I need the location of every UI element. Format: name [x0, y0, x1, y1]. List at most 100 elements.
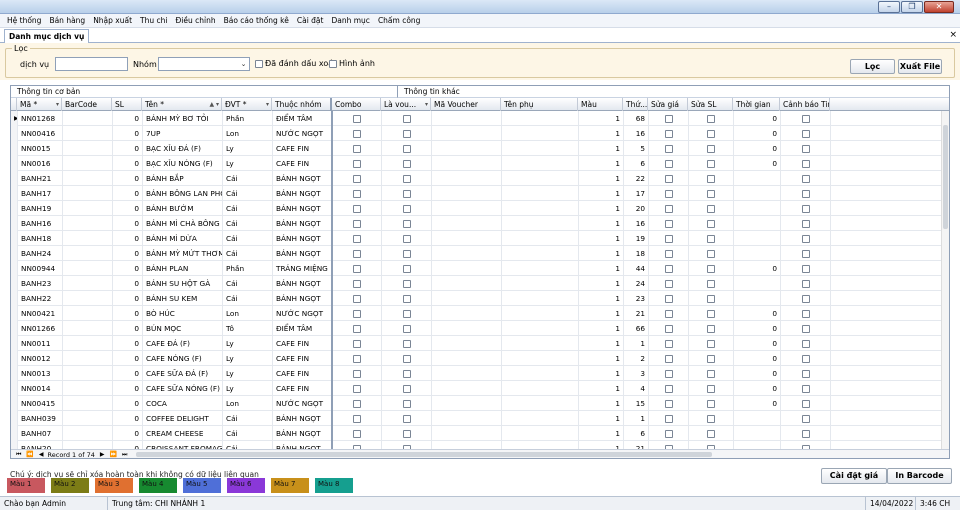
checkbox-cell[interactable]: [382, 276, 432, 291]
cell-tg[interactable]: 0: [734, 126, 781, 141]
checkbox-cell[interactable]: [333, 261, 382, 276]
cell-tg[interactable]: 0: [734, 306, 781, 321]
column-header[interactable]: Sửa giá: [648, 98, 688, 111]
color-swatch[interactable]: Màu 1: [7, 478, 45, 493]
table-row[interactable]: BANH21 0 BÁNH BẮP Cái BÁNH NGỌT 1 22: [11, 171, 943, 186]
checkbox-cell[interactable]: [689, 126, 734, 141]
cell-ten[interactable]: COCA: [143, 396, 223, 411]
vertical-scrollbar[interactable]: [941, 111, 949, 449]
checkbox[interactable]: [664, 115, 673, 123]
checkbox[interactable]: [801, 160, 810, 168]
cell-dvt[interactable]: Cái: [223, 171, 273, 186]
cell-bc[interactable]: [63, 336, 113, 351]
checkbox[interactable]: [402, 310, 411, 318]
checkbox-cell[interactable]: [689, 426, 734, 441]
cell-sl[interactable]: 0: [113, 336, 143, 351]
menu-item[interactable]: Danh mục: [331, 16, 369, 25]
cell-dvt[interactable]: Ly: [223, 366, 273, 381]
cell-thu[interactable]: 16: [624, 216, 649, 231]
checkbox[interactable]: [353, 430, 361, 438]
checkbox[interactable]: [353, 340, 361, 348]
cell-tg[interactable]: 0: [734, 336, 781, 351]
cell-dvt[interactable]: Phần: [223, 261, 273, 276]
cell-nhom[interactable]: BÁNH NGỌT: [273, 216, 333, 231]
checkbox[interactable]: [664, 220, 673, 228]
cell-ten[interactable]: BÒ HÚC: [143, 306, 223, 321]
checkbox-cell[interactable]: [649, 321, 689, 336]
checkbox[interactable]: [664, 205, 673, 213]
cell-tg[interactable]: 0: [734, 351, 781, 366]
column-header[interactable]: Tên * ▲ ▾: [142, 98, 222, 111]
checkbox[interactable]: [707, 325, 715, 333]
prev-record-icon[interactable]: ◀: [39, 451, 44, 458]
cell-ten[interactable]: BÁNH SU HỘT GÀ: [143, 276, 223, 291]
cell-tenphu[interactable]: [502, 261, 579, 276]
cell-thu[interactable]: 44: [624, 261, 649, 276]
cell-ma[interactable]: NN0013: [18, 366, 63, 381]
cell-dvt[interactable]: Cái: [223, 186, 273, 201]
cell-thu[interactable]: 1: [624, 336, 649, 351]
cell-nhom[interactable]: CAFE FIN: [273, 141, 333, 156]
checkbox[interactable]: [353, 355, 361, 363]
cell-tenphu[interactable]: [502, 396, 579, 411]
cell-dvt[interactable]: Lon: [223, 126, 273, 141]
cell-nhom[interactable]: CAFE FIN: [273, 381, 333, 396]
checkbox-cell[interactable]: [649, 261, 689, 276]
checkbox-cell[interactable]: [382, 366, 432, 381]
cell-ma[interactable]: BANH07: [18, 426, 63, 441]
checkbox-cell[interactable]: [649, 366, 689, 381]
cell-nhom[interactable]: TRÁNG MIỆNG: [273, 261, 333, 276]
cell-tg[interactable]: [734, 246, 781, 261]
checkbox[interactable]: [707, 175, 715, 183]
cell-ten[interactable]: COFFEE DELIGHT: [143, 411, 223, 426]
checkbox[interactable]: [707, 205, 715, 213]
checkbox[interactable]: [801, 415, 810, 423]
cell-tg[interactable]: 0: [734, 111, 781, 126]
cell-tg[interactable]: 0: [734, 381, 781, 396]
table-row[interactable]: NN0015 0 BẠC XỈU ĐÁ (F) Ly CAFE FIN 1 5 0: [11, 141, 943, 156]
checkbox-cell[interactable]: [781, 396, 831, 411]
checkbox-cell[interactable]: [382, 186, 432, 201]
cell-tg[interactable]: [734, 276, 781, 291]
restore-icon[interactable]: ❐: [901, 1, 923, 13]
cell-dvt[interactable]: Cái: [223, 411, 273, 426]
cell-mav[interactable]: [432, 276, 502, 291]
cell-thu[interactable]: 18: [624, 246, 649, 261]
checkbox-cell[interactable]: [382, 231, 432, 246]
checkbox[interactable]: [402, 190, 411, 198]
cell-tg[interactable]: 0: [734, 141, 781, 156]
checkbox-cell[interactable]: [781, 321, 831, 336]
checkbox-cell[interactable]: [781, 201, 831, 216]
cell-sl[interactable]: 0: [113, 381, 143, 396]
checkbox[interactable]: [801, 430, 810, 438]
cell-thu[interactable]: 19: [624, 231, 649, 246]
checkbox[interactable]: [353, 310, 361, 318]
cell-sl[interactable]: 0: [113, 276, 143, 291]
cell-bc[interactable]: [63, 201, 113, 216]
cell-sl[interactable]: 0: [113, 156, 143, 171]
checkbox-cell[interactable]: [649, 126, 689, 141]
cell-sl[interactable]: 0: [113, 411, 143, 426]
cell-nhom[interactable]: CAFE FIN: [273, 336, 333, 351]
cell-thu[interactable]: 4: [624, 381, 649, 396]
checkbox[interactable]: [707, 415, 715, 423]
cell-mav[interactable]: [432, 336, 502, 351]
checkbox-cell[interactable]: [333, 111, 382, 126]
checkbox-cell[interactable]: [382, 321, 432, 336]
cell-bc[interactable]: [63, 306, 113, 321]
checkbox[interactable]: [402, 220, 411, 228]
cell-tenphu[interactable]: [502, 411, 579, 426]
checkbox-cell[interactable]: [382, 396, 432, 411]
checkbox-cell[interactable]: [689, 321, 734, 336]
cell-mau[interactable]: 1: [579, 231, 624, 246]
cell-mav[interactable]: [432, 216, 502, 231]
cell-mav[interactable]: [432, 321, 502, 336]
cell-mav[interactable]: [432, 351, 502, 366]
cell-tg[interactable]: [734, 201, 781, 216]
checkbox[interactable]: [801, 205, 810, 213]
cell-mav[interactable]: [432, 246, 502, 261]
column-header[interactable]: Thuộc nhóm: [272, 98, 332, 111]
color-swatch[interactable]: Màu 4: [139, 478, 177, 493]
cell-ten[interactable]: BÁNH SU KEM: [143, 291, 223, 306]
cell-sl[interactable]: 0: [113, 426, 143, 441]
